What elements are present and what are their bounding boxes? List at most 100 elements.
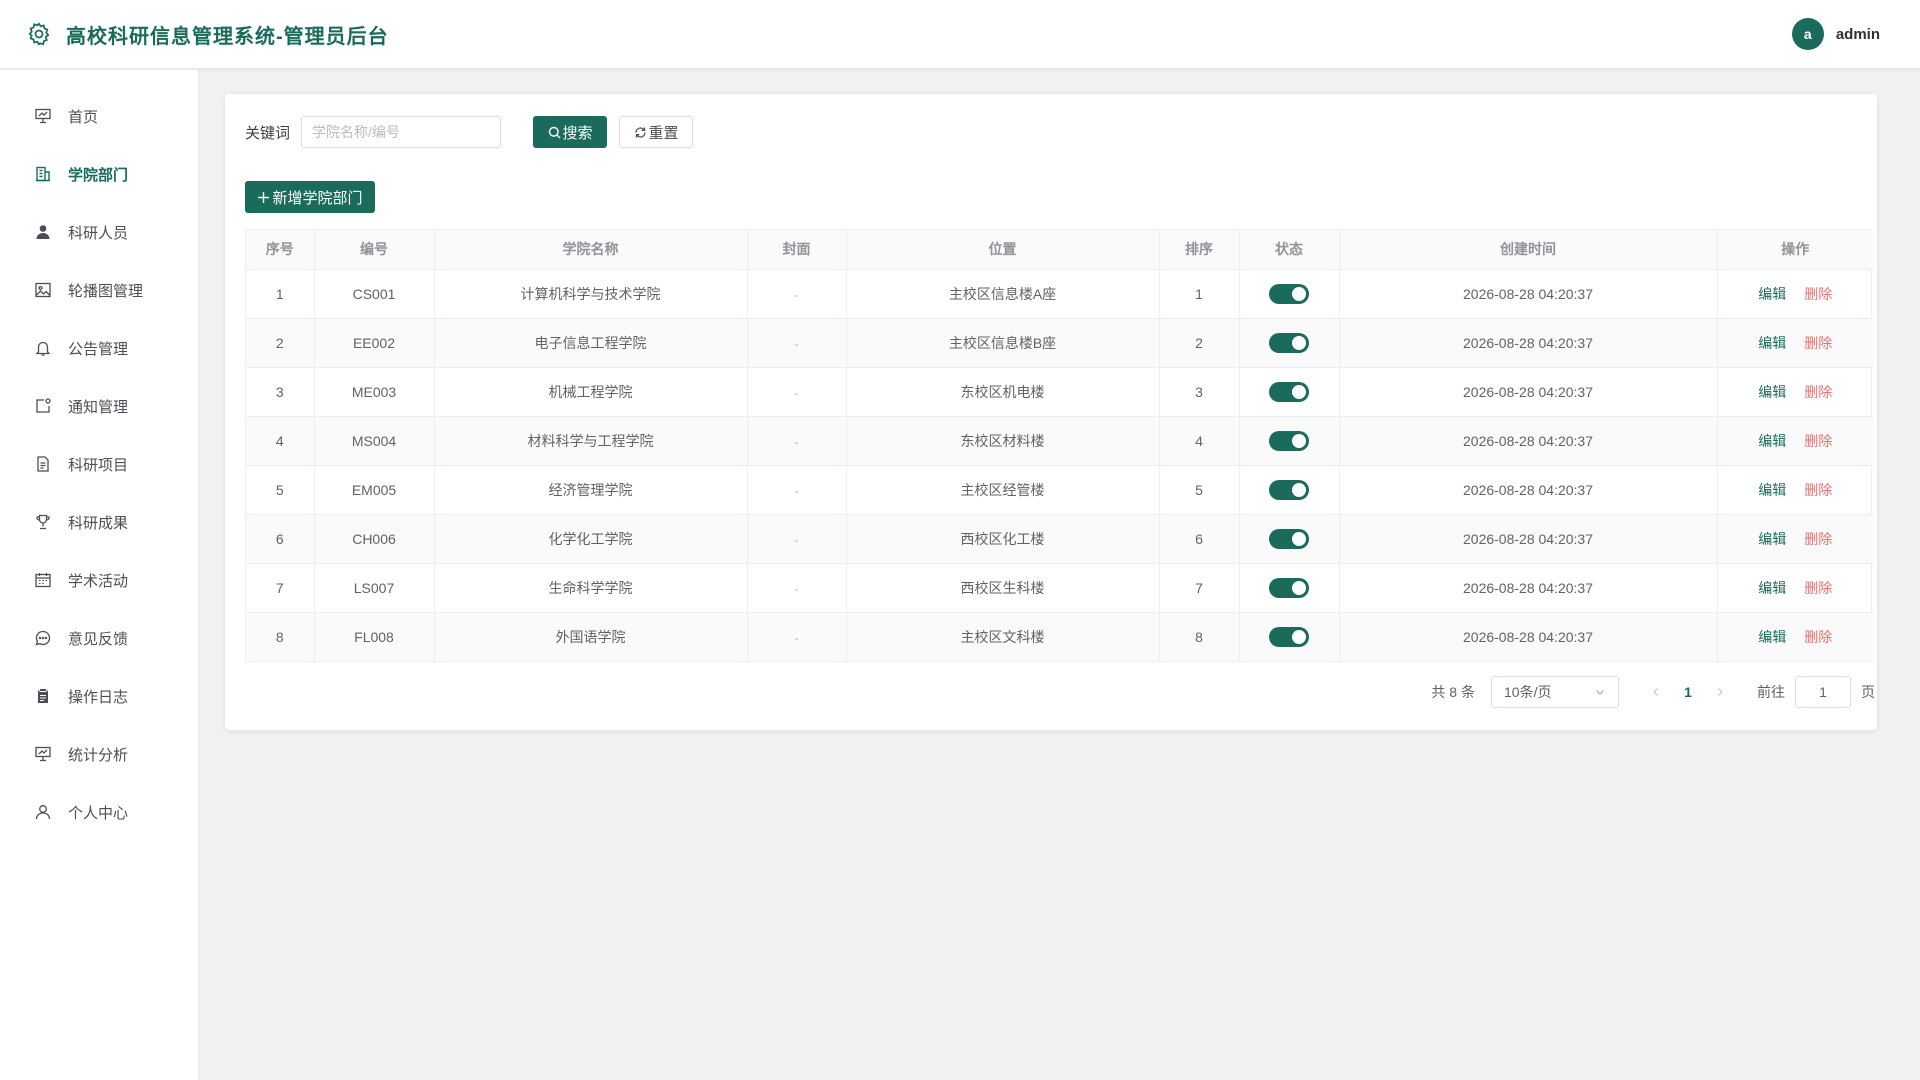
delete-button[interactable]: 删除 xyxy=(1804,629,1832,645)
goto-page-input[interactable] xyxy=(1795,676,1851,708)
sidebar-item-departments[interactable]: 学院部门 xyxy=(0,145,198,203)
cell-status xyxy=(1239,318,1340,368)
cell-sort: 8 xyxy=(1159,612,1240,661)
cell-name: 化学化工学院 xyxy=(434,514,748,564)
column-header: 位置 xyxy=(846,230,1160,270)
sidebar-item-activities[interactable]: 学术活动 xyxy=(0,551,198,609)
user-menu[interactable]: a admin xyxy=(1791,18,1880,50)
table-row: 3 ME003 机械工程学院 - 东校区机电楼 3 2026-08-28 04:20:37 编… xyxy=(246,367,1873,417)
cell-actions: 编辑 删除 xyxy=(1717,612,1873,661)
delete-button[interactable]: 删除 xyxy=(1804,433,1832,449)
goto-label: 前往 xyxy=(1757,684,1785,700)
plus-icon xyxy=(257,191,270,204)
sidebar-item-profile[interactable]: 个人中心 xyxy=(0,783,198,841)
username[interactable]: admin xyxy=(1836,26,1880,43)
prev-page-button[interactable] xyxy=(1641,677,1671,707)
delete-button[interactable]: 删除 xyxy=(1804,482,1832,498)
cell-index: 6 xyxy=(246,514,315,564)
next-page-button[interactable] xyxy=(1705,677,1735,707)
sidebar-item-label: 公告管理 xyxy=(68,340,129,358)
add-department-button[interactable]: 新增学院部门 xyxy=(245,181,375,213)
table-row: 6 CH006 化学化工学院 - 西校区化工楼 6 2026-08-28 04:20:37 编… xyxy=(246,514,1873,564)
status-toggle[interactable] xyxy=(1269,528,1309,549)
cell-created: 2026-08-28 04:20:37 xyxy=(1339,514,1718,564)
sidebar-item-carousel[interactable]: 轮播图管理 xyxy=(0,261,198,319)
pagination: 共 8 条 10条/页 1 前往 页 xyxy=(1177,676,1877,708)
column-header: 序号 xyxy=(246,230,315,270)
delete-button[interactable]: 删除 xyxy=(1804,384,1832,400)
edit-button[interactable]: 编辑 xyxy=(1758,531,1786,547)
chart-icon xyxy=(34,745,52,763)
building-icon xyxy=(34,165,52,183)
bell-icon xyxy=(34,339,52,357)
sidebar-item-label: 首页 xyxy=(68,108,99,126)
status-toggle[interactable] xyxy=(1269,626,1309,647)
sidebar-item-feedback[interactable]: 意见反馈 xyxy=(0,609,198,667)
search-input[interactable] xyxy=(301,116,502,148)
edit-button[interactable]: 编辑 xyxy=(1758,433,1786,449)
cell-name: 电子信息工程学院 xyxy=(434,318,748,368)
table-body: 1 CS001 计算机科学与技术学院 - 主校区信息楼A座 1 2026-08-28 04:… xyxy=(246,269,1873,661)
status-toggle[interactable] xyxy=(1269,283,1309,304)
edit-button[interactable]: 编辑 xyxy=(1758,286,1786,302)
cover-placeholder: - xyxy=(794,385,799,400)
dashboard-icon xyxy=(34,107,52,125)
cell-created: 2026-08-28 04:20:37 xyxy=(1339,612,1718,661)
cell-index: 7 xyxy=(246,563,315,613)
delete-button[interactable]: 删除 xyxy=(1804,335,1832,351)
brand[interactable]: 高校科研信息管理系统-管理员后台 xyxy=(26,20,389,49)
cell-name: 机械工程学院 xyxy=(434,367,748,417)
cell-status xyxy=(1239,367,1340,417)
cell-cover: - xyxy=(747,612,847,661)
cell-actions: 编辑 删除 xyxy=(1717,563,1873,613)
avatar[interactable]: a xyxy=(1791,18,1824,50)
edit-button[interactable]: 编辑 xyxy=(1758,580,1786,596)
column-header: 排序 xyxy=(1159,230,1240,270)
sidebar-item-researchers[interactable]: 科研人员 xyxy=(0,203,198,261)
delete-button[interactable]: 删除 xyxy=(1804,531,1832,547)
calendar-icon xyxy=(34,571,52,589)
table-row: 1 CS001 计算机科学与技术学院 - 主校区信息楼A座 1 2026-08-28 04:… xyxy=(246,269,1873,319)
chat-icon xyxy=(34,629,52,647)
sidebar-item-announcements[interactable]: 公告管理 xyxy=(0,319,198,377)
status-toggle[interactable] xyxy=(1269,577,1309,598)
edit-button[interactable]: 编辑 xyxy=(1758,384,1786,400)
page-number-current[interactable]: 1 xyxy=(1671,684,1705,700)
gear-icon xyxy=(26,21,52,47)
chevron-left-icon xyxy=(1650,686,1662,698)
status-toggle[interactable] xyxy=(1269,381,1309,402)
cell-code: FL008 xyxy=(314,612,435,661)
cover-placeholder: - xyxy=(794,336,799,351)
edit-button[interactable]: 编辑 xyxy=(1758,629,1786,645)
sidebar-item-notifications[interactable]: 通知管理 xyxy=(0,377,198,435)
status-toggle[interactable] xyxy=(1269,479,1309,500)
sidebar-item-statistics[interactable]: 统计分析 xyxy=(0,725,198,783)
cover-placeholder: - xyxy=(794,483,799,498)
cell-sort: 7 xyxy=(1159,563,1240,613)
add-department-label: 新增学院部门 xyxy=(272,189,363,207)
sidebar-item-label: 科研项目 xyxy=(68,456,129,474)
delete-button[interactable]: 删除 xyxy=(1804,580,1832,596)
cell-code: CS001 xyxy=(314,269,435,319)
status-toggle[interactable] xyxy=(1269,430,1309,451)
trophy-icon xyxy=(34,513,52,531)
reset-button[interactable]: 重置 xyxy=(619,116,694,148)
sidebar-item-home[interactable]: 首页 xyxy=(0,87,198,145)
search-bar: 关键词 搜索 重置 xyxy=(245,116,694,148)
edit-button[interactable]: 编辑 xyxy=(1758,335,1786,351)
edit-button[interactable]: 编辑 xyxy=(1758,482,1786,498)
cell-status xyxy=(1239,514,1340,564)
delete-button[interactable]: 删除 xyxy=(1804,286,1832,302)
table-row: 4 MS004 材料科学与工程学院 - 东校区材料楼 4 2026-08-28 04:20:… xyxy=(246,416,1873,466)
sidebar-item-logs[interactable]: 操作日志 xyxy=(0,667,198,725)
status-toggle[interactable] xyxy=(1269,332,1309,353)
cell-location: 西校区化工楼 xyxy=(846,514,1160,564)
sidebar-item-projects[interactable]: 科研项目 xyxy=(0,435,198,493)
sidebar-item-achievements[interactable]: 科研成果 xyxy=(0,493,198,551)
cell-index: 2 xyxy=(246,318,315,368)
cell-status xyxy=(1239,465,1340,515)
sidebar-item-label: 科研人员 xyxy=(68,224,129,242)
search-button[interactable]: 搜索 xyxy=(533,116,608,148)
page-size-select[interactable]: 10条/页 xyxy=(1491,676,1619,708)
cell-name: 经济管理学院 xyxy=(434,465,748,515)
